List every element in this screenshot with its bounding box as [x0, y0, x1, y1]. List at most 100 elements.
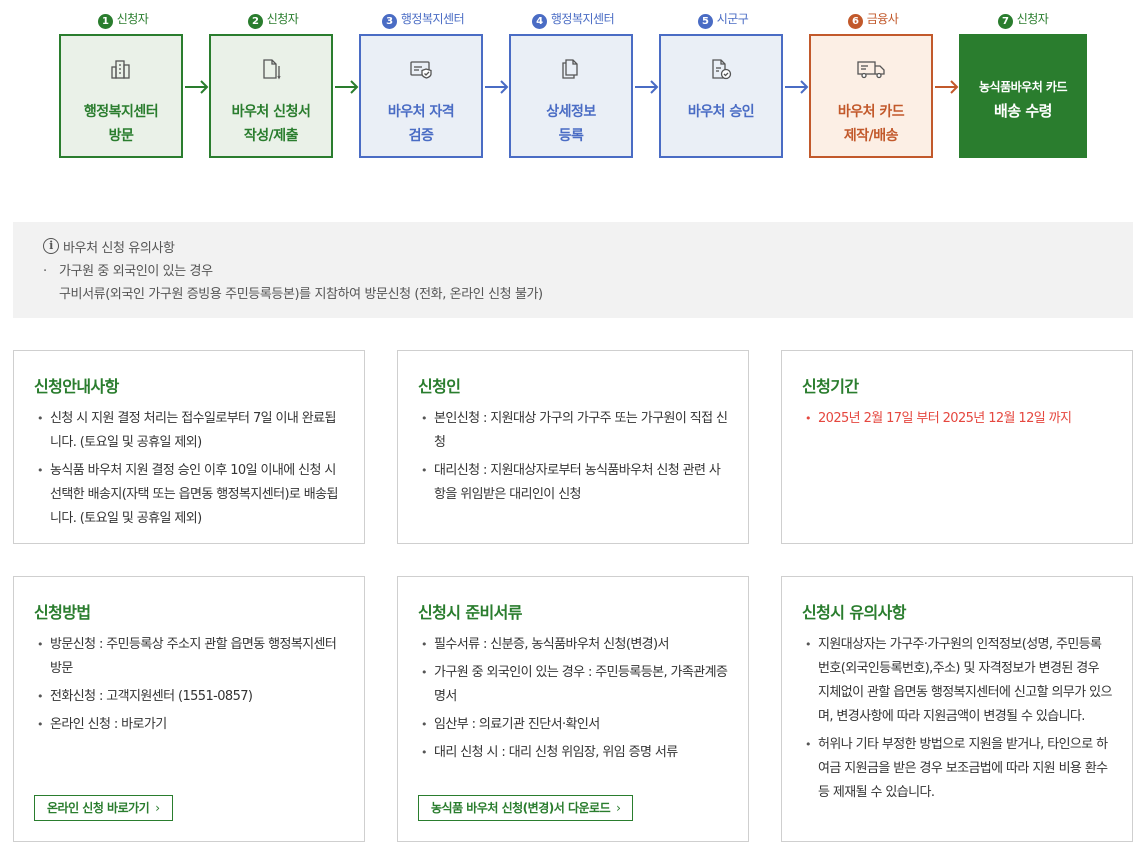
card-list: 방문신청 : 주민등록상 주소지 관할 읍면동 행정복지센터 방문 전화신청 :… — [34, 633, 344, 737]
arrow-right-icon — [935, 80, 959, 94]
step-1-box: 행정복지센터방문 — [59, 34, 183, 158]
delivery-truck-icon — [857, 61, 885, 79]
notice-title-text: 바우처 신청 유의사항 — [63, 240, 175, 256]
notice-title: i 바우처 신청 유의사항 — [43, 236, 1133, 256]
chevron-right-icon: › — [155, 801, 160, 815]
card-list: 본인신청 : 지원대상 가구의 가구주 또는 가구원이 직접 신청 대리신청 :… — [418, 407, 728, 507]
arrow-right-icon — [185, 80, 209, 94]
card-list: 지원대상자는 가구주·가구원의 인적정보(성명, 주민등록번호(외국인등록번호)… — [802, 633, 1112, 805]
step-line1: 행정복지센터 — [83, 104, 159, 120]
online-apply-button[interactable]: 온라인 신청 바로가기 › — [34, 795, 173, 821]
documents-icon — [562, 59, 578, 79]
document-pen-icon — [263, 59, 281, 80]
verify-card-icon — [410, 61, 432, 79]
list-item: 지원대상자는 가구주·가구원의 인적정보(성명, 주민등록번호(외국인등록번호)… — [802, 633, 1112, 729]
list-item: 본인신청 : 지원대상 가구의 가구주 또는 가구원이 직접 신청 — [418, 407, 728, 455]
step-line1: 상세정보 — [546, 104, 596, 120]
button-label: 온라인 신청 바로가기 — [47, 801, 150, 815]
chevron-right-icon: › — [616, 801, 621, 815]
step-role-text: 금융사 — [866, 12, 899, 26]
card-title: 신청기간 — [802, 377, 859, 396]
step-role-text: 신청자 — [266, 12, 299, 26]
step-number-badge: 3 — [381, 14, 397, 29]
arrow-right-icon — [335, 80, 359, 94]
notice-detail: 구비서류(외국인 가구원 증빙용 주민등록등본)를 지참하여 방문신청 (전화,… — [59, 287, 543, 302]
step-role-text: 행정복지센터 — [400, 12, 465, 26]
card-title: 신청방법 — [34, 603, 91, 622]
step-number-badge: 6 — [847, 14, 863, 29]
step-6-box: 바우처 카드제작/배송 — [809, 34, 933, 158]
list-item-period: 2025년 2월 17일 부터 2025년 12월 12일 까지 — [802, 407, 1112, 431]
step-5-text: 바우처 승인 — [661, 100, 781, 124]
list-item: 농식품 바우처 지원 결정 승인 이후 10일 이내에 신청 시 선택한 배송지… — [34, 459, 344, 531]
voucher-notice: i 바우처 신청 유의사항 · 가구원 중 외국인이 있는 경우 구비서류(외국인… — [13, 222, 1133, 318]
list-item: 전화신청 : 고객지원센터 (1551-0857) — [34, 685, 344, 709]
card-title: 신청시 유의사항 — [802, 603, 906, 622]
card-title: 신청안내사항 — [34, 377, 119, 396]
step-3-role: 3 행정복지센터 — [359, 10, 487, 29]
step-2-box: 바우처 신청서작성/제출 — [209, 34, 333, 158]
download-form-button[interactable]: 농식품 바우처 신청(변경)서 다운로드 › — [418, 795, 634, 821]
step-number-badge: 2 — [247, 14, 263, 29]
step-3-box: 바우처 자격검증 — [359, 34, 483, 158]
card-documents: 신청시 준비서류 필수서류 : 신분증, 농식품바우처 신청(변경)서 가구원 … — [397, 576, 749, 842]
arrow-right-icon — [635, 80, 659, 94]
step-line2: 작성/제출 — [243, 128, 299, 144]
step-5-role: 5 시군구 — [659, 10, 787, 29]
step-6-role: 6 금융사 — [809, 10, 937, 29]
building-icon — [111, 60, 130, 79]
step-role-text: 행정복지센터 — [550, 12, 615, 26]
list-item: 방문신청 : 주민등록상 주소지 관할 읍면동 행정복지센터 방문 — [34, 633, 344, 681]
step-line2: 제작/배송 — [843, 128, 899, 144]
step-4-box: 상세정보등록 — [509, 34, 633, 158]
step-1-role: 1 신청자 — [59, 10, 187, 29]
arrow-right-icon — [785, 80, 809, 94]
card-list: 2025년 2월 17일 부터 2025년 12월 12일 까지 — [802, 407, 1112, 431]
card-period: 신청기간 2025년 2월 17일 부터 2025년 12월 12일 까지 — [781, 350, 1133, 544]
step-number-badge: 7 — [997, 14, 1013, 29]
step-role-text: 신청자 — [116, 12, 149, 26]
step-number-badge: 1 — [97, 14, 113, 29]
list-item: 신청 시 지원 결정 처리는 접수일로부터 7일 이내 완료됩니다. (토요일 … — [34, 407, 344, 455]
step-line1: 농식품바우처 카드 — [979, 80, 1068, 94]
step-6-text: 바우처 카드제작/배송 — [811, 100, 931, 148]
process-steps: 1 신청자 2 신청자 3 행정복지센터 4 행정복지센터 5 시군구 6 금융사 7 신청자… — [0, 0, 1145, 170]
list-item: 임산부 : 의료기관 진단서·확인서 — [418, 713, 728, 737]
step-number-badge: 4 — [531, 14, 547, 29]
card-method: 신청방법 방문신청 : 주민등록상 주소지 관할 읍면동 행정복지센터 방문 전… — [13, 576, 365, 842]
info-icon: i — [43, 238, 59, 254]
list-item: 가구원 중 외국인이 있는 경우 : 주민등록등본, 가족관계증명서 — [418, 661, 728, 709]
step-7-role: 7 신청자 — [959, 10, 1087, 29]
list-item: 대리 신청 시 : 대리 신청 위임장, 위임 증명 서류 — [418, 741, 728, 765]
step-2-role: 2 신청자 — [209, 10, 337, 29]
step-line2: 방문 — [108, 128, 134, 144]
list-item: 대리신청 : 지원대상자로부터 농식품바우처 신청 관련 사항을 위임받은 대리… — [418, 459, 728, 507]
step-4-text: 상세정보등록 — [511, 100, 631, 148]
notice-line-text: 가구원 중 외국인이 있는 경우 — [59, 264, 213, 279]
list-item: 필수서류 : 신분증, 농식품바우처 신청(변경)서 — [418, 633, 728, 657]
card-title: 신청시 준비서류 — [418, 603, 522, 622]
list-item: 온라인 신청 : 바로가기 — [34, 713, 344, 737]
approve-document-icon — [712, 59, 732, 80]
step-line1: 바우처 카드 — [837, 104, 905, 120]
step-line1: 바우처 자격 — [387, 104, 455, 120]
step-line1: 바우처 신청서 — [231, 104, 311, 120]
notice-line: · 가구원 중 외국인이 있는 경우 — [43, 264, 213, 279]
list-item: 허위나 기타 부정한 방법으로 지원을 받거나, 타인으로 하여금 지원금을 받… — [802, 733, 1112, 805]
card-cautions: 신청시 유의사항 지원대상자는 가구주·가구원의 인적정보(성명, 주민등록번호… — [781, 576, 1133, 842]
card-applicant: 신청인 본인신청 : 지원대상 가구의 가구주 또는 가구원이 직접 신청 대리… — [397, 350, 749, 544]
step-5-box: 바우처 승인 — [659, 34, 783, 158]
step-4-role: 4 행정복지센터 — [509, 10, 637, 29]
step-role-text: 신청자 — [1016, 12, 1049, 26]
step-3-text: 바우처 자격검증 — [361, 100, 481, 148]
arrow-right-icon — [485, 80, 509, 94]
step-line2: 검증 — [408, 128, 434, 144]
step-role-text: 시군구 — [716, 12, 749, 26]
card-title: 신청인 — [418, 377, 461, 396]
step-number-badge: 5 — [697, 14, 713, 29]
card-list: 필수서류 : 신분증, 농식품바우처 신청(변경)서 가구원 중 외국인이 있는… — [418, 633, 728, 765]
step-line1: 바우처 승인 — [687, 104, 755, 120]
button-label: 농식품 바우처 신청(변경)서 다운로드 — [431, 801, 611, 815]
step-line2: 배송 수령 — [994, 102, 1052, 120]
step-line2: 등록 — [558, 128, 584, 144]
